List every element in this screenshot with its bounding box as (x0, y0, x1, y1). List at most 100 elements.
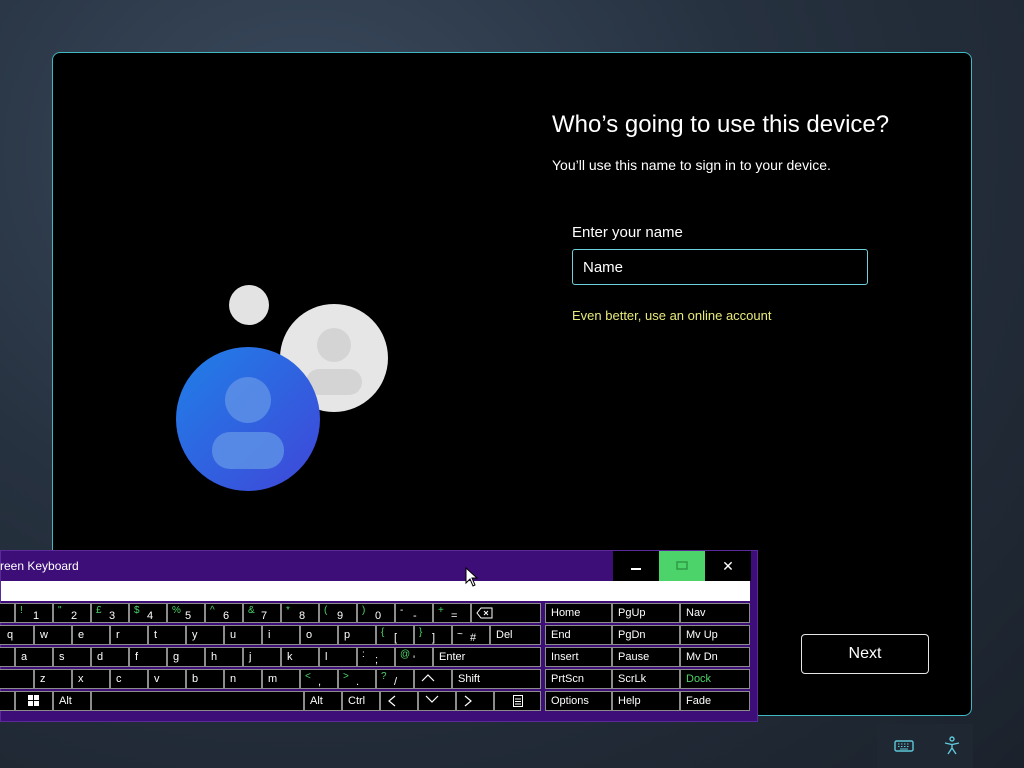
minimize-button[interactable] (613, 551, 659, 581)
restore-icon (676, 561, 688, 570)
key-t[interactable]: t (148, 625, 186, 645)
key-n[interactable]: n (224, 669, 262, 689)
accessibility-icon[interactable] (940, 735, 964, 757)
key-7[interactable]: & 7 (243, 603, 281, 623)
key-slash[interactable]: ? / (376, 669, 414, 689)
key-v[interactable]: v (148, 669, 186, 689)
osk-titlebar[interactable]: reen Keyboard (0, 551, 613, 581)
name-input[interactable] (572, 249, 868, 285)
key-mv-up[interactable]: Mv Up (680, 625, 750, 645)
key-u[interactable]: u (224, 625, 262, 645)
blue-avatar-icon (176, 347, 320, 491)
key-options[interactable]: Options (545, 691, 612, 711)
key-2[interactable]: " 2 (53, 603, 91, 623)
key-hash[interactable]: ~ # (452, 625, 490, 645)
key-period[interactable]: >. (338, 669, 376, 689)
key-l[interactable]: l (319, 647, 357, 667)
key-right-bracket[interactable]: }] (414, 625, 452, 645)
key-i[interactable]: i (262, 625, 300, 645)
keyboard-icon[interactable] (892, 735, 916, 757)
key-f[interactable]: f (129, 647, 167, 667)
osk-title: reen Keyboard (0, 559, 79, 573)
arrow-left-icon (388, 695, 396, 707)
key-pause[interactable]: Pause (612, 647, 680, 667)
key-shift-left[interactable] (0, 669, 34, 689)
key-5[interactable]: % 5 (167, 603, 205, 623)
key-del[interactable]: Del (490, 625, 541, 645)
key-d[interactable]: d (91, 647, 129, 667)
small-dot (229, 285, 269, 325)
key-b[interactable]: b (186, 669, 224, 689)
on-screen-keyboard: reen Keyboard ✕ ! 1 " 2 £3 $4 % 5 ^ 6 & 7 * 8 … (0, 550, 758, 722)
key-caps[interactable] (0, 647, 15, 667)
key-fade[interactable]: Fade (680, 691, 750, 711)
key-alt-right[interactable]: Alt (304, 691, 342, 711)
key-m[interactable]: m (262, 669, 300, 689)
key-enter[interactable]: Enter (433, 647, 541, 667)
key-4[interactable]: $4 (129, 603, 167, 623)
key-dock[interactable]: Dock (680, 669, 750, 689)
key-pgdn[interactable]: PgDn (612, 625, 680, 645)
key-up[interactable] (414, 669, 452, 689)
key-backspace[interactable] (471, 603, 541, 623)
key-6[interactable]: ^ 6 (205, 603, 243, 623)
key-semicolon[interactable]: :; (357, 647, 395, 667)
key-o[interactable]: o (300, 625, 338, 645)
key-0[interactable]: ) 0 (357, 603, 395, 623)
key-menu[interactable] (494, 691, 541, 711)
key-right[interactable] (456, 691, 494, 711)
key-3[interactable]: £3 (91, 603, 129, 623)
windows-icon (28, 695, 39, 706)
key-9[interactable]: (9 (319, 603, 357, 623)
key-mv-dn[interactable]: Mv Dn (680, 647, 750, 667)
next-button[interactable]: Next (801, 634, 929, 674)
key-scrlk[interactable]: ScrLk (612, 669, 680, 689)
key-space[interactable] (91, 691, 304, 711)
key-backtick[interactable] (0, 603, 15, 623)
key-apostrophe[interactable]: @ ' (395, 647, 433, 667)
key-y[interactable]: y (186, 625, 224, 645)
key-e[interactable]: e (72, 625, 110, 645)
key-down[interactable] (418, 691, 456, 711)
key-windows[interactable] (15, 691, 53, 711)
key-s[interactable]: s (53, 647, 91, 667)
key-fn[interactable] (0, 691, 15, 711)
key-p[interactable]: p (338, 625, 376, 645)
key-k[interactable]: k (281, 647, 319, 667)
dock-toggle-button[interactable] (659, 551, 705, 581)
key-insert[interactable]: Insert (545, 647, 612, 667)
key-x[interactable]: x (72, 669, 110, 689)
key-c[interactable]: c (110, 669, 148, 689)
taskbar-tray (877, 724, 973, 768)
key-prtscn[interactable]: PrtScn (545, 669, 612, 689)
key-end[interactable]: End (545, 625, 612, 645)
key-j[interactable]: j (243, 647, 281, 667)
key-w[interactable]: w (34, 625, 72, 645)
key-1[interactable]: ! 1 (15, 603, 53, 623)
arrow-up-icon (421, 674, 435, 682)
key-minus[interactable]: -- (395, 603, 433, 623)
key-a[interactable]: a (15, 647, 53, 667)
key-g[interactable]: g (167, 647, 205, 667)
key-ctrl[interactable]: Ctrl (342, 691, 380, 711)
key-comma[interactable]: <, (300, 669, 338, 689)
key-left[interactable] (380, 691, 418, 711)
page-subtitle: You’ll use this name to sign in to your … (552, 157, 831, 173)
key-left-bracket[interactable]: {[ (376, 625, 414, 645)
arrow-down-icon (425, 695, 439, 703)
close-button[interactable]: ✕ (705, 551, 751, 581)
key-equals[interactable]: + = (433, 603, 471, 623)
key-z[interactable]: z (34, 669, 72, 689)
key-shift-right[interactable]: Shift (452, 669, 541, 689)
key-r[interactable]: r (110, 625, 148, 645)
key-alt-left[interactable]: Alt (53, 691, 91, 711)
key-pgup[interactable]: PgUp (612, 603, 680, 623)
online-account-link[interactable]: Even better, use an online account (572, 308, 771, 323)
key-nav[interactable]: Nav (680, 603, 750, 623)
key-q[interactable]: q (0, 625, 34, 645)
backspace-icon (476, 607, 493, 619)
key-help[interactable]: Help (612, 691, 680, 711)
key-home[interactable]: Home (545, 603, 612, 623)
key-8[interactable]: * 8 (281, 603, 319, 623)
key-h[interactable]: h (205, 647, 243, 667)
